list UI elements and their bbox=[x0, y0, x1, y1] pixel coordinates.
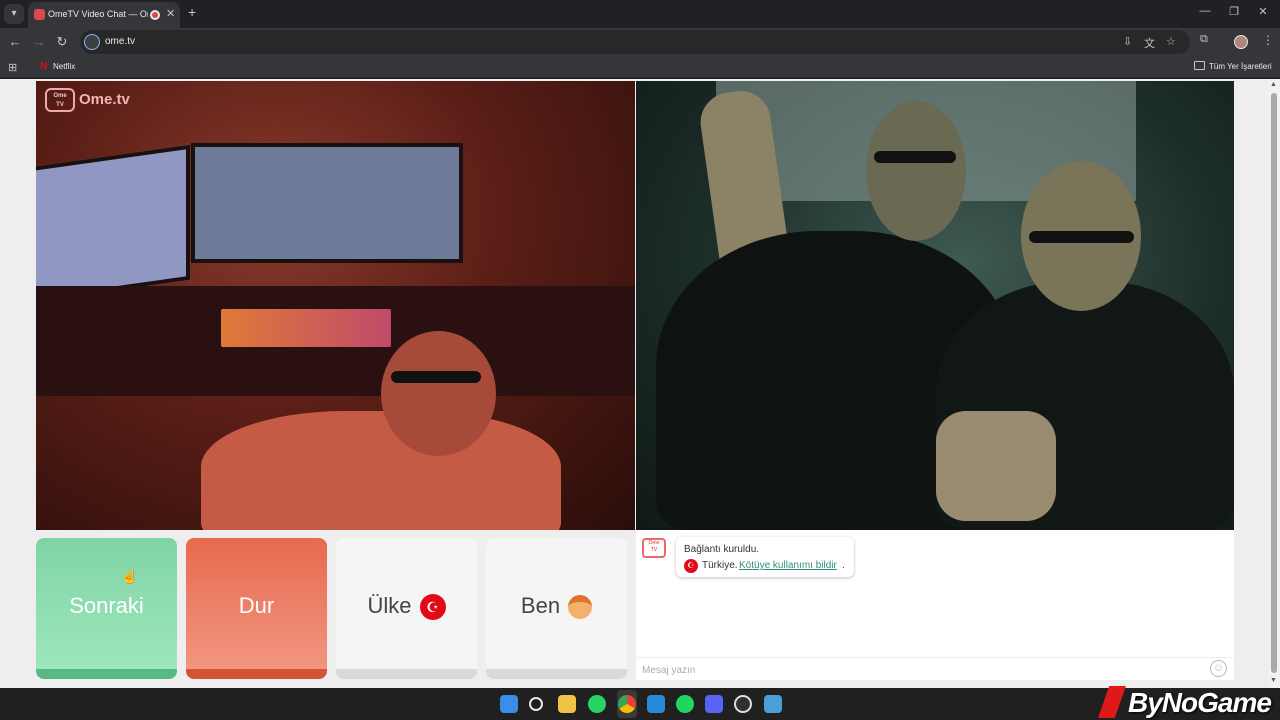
browser-tabstrip: ▾ OmeTV Video Chat — Ome ✕ + — ❐ ✕ bbox=[0, 0, 1280, 28]
tab-search-button[interactable]: ▾ bbox=[4, 4, 24, 24]
close-window-button[interactable]: ✕ bbox=[1253, 5, 1273, 18]
bookmarks-bar: ⊞ N Netflix Tüm Yer İşaretleri bbox=[0, 56, 1280, 78]
message-input[interactable] bbox=[642, 662, 1202, 678]
obs-icon[interactable] bbox=[734, 695, 752, 713]
windows-taskbar bbox=[0, 688, 1280, 720]
local-video bbox=[36, 81, 635, 530]
person1-sunglasses bbox=[874, 151, 956, 163]
stop-button[interactable]: Dur bbox=[186, 538, 327, 679]
me-settings-button[interactable]: Ben bbox=[486, 538, 627, 679]
partner-country-text: Türkiye. bbox=[702, 560, 738, 571]
mouse-cursor-icon: ☝ bbox=[121, 568, 139, 584]
system-message-text: Bağlantı kuruldu. bbox=[684, 544, 760, 555]
person-body bbox=[201, 411, 561, 530]
country-filter-button[interactable]: Ülke ☪ bbox=[336, 538, 477, 679]
next-button-label: Sonraki bbox=[69, 593, 144, 618]
center-monitor bbox=[191, 143, 463, 263]
profile-avatar[interactable] bbox=[1234, 35, 1248, 49]
spotify-icon[interactable] bbox=[676, 695, 694, 713]
me-button-label: Ben bbox=[520, 593, 561, 618]
search-icon[interactable] bbox=[529, 697, 543, 711]
new-tab-button[interactable]: + bbox=[188, 4, 196, 20]
turkey-flag-icon: ☪ bbox=[684, 559, 698, 573]
person1-head bbox=[866, 101, 966, 241]
tab-close-icon[interactable]: ✕ bbox=[166, 7, 175, 20]
next-button[interactable]: Sonraki bbox=[36, 538, 177, 679]
netflix-icon: N bbox=[40, 61, 48, 72]
recording-indicator-icon bbox=[150, 10, 160, 20]
ometv-chat-avatar-icon: Ome TV bbox=[642, 538, 666, 558]
keyboard bbox=[221, 309, 391, 347]
chrome-icon[interactable] bbox=[618, 695, 636, 713]
forward-button[interactable]: → bbox=[30, 33, 48, 51]
scroll-up-icon[interactable]: ▲ bbox=[1270, 81, 1277, 88]
app-icon[interactable] bbox=[764, 695, 782, 713]
discord-icon[interactable] bbox=[705, 695, 723, 713]
extensions-icon[interactable]: ⧉ bbox=[1200, 33, 1208, 46]
bookmark-star-icon[interactable]: ☆ bbox=[1166, 35, 1176, 48]
ometv-logo-icon: Ome TV bbox=[45, 88, 75, 112]
file-explorer-icon[interactable] bbox=[558, 695, 576, 713]
system-message-bubble: Bağlantı kuruldu. ☪ Türkiye. Kötüye kull… bbox=[676, 537, 854, 577]
address-bar[interactable]: ome.tv ⇩ 文 ☆ bbox=[80, 30, 1190, 54]
reload-button[interactable]: ↻ bbox=[53, 33, 71, 51]
tab-ometv[interactable]: OmeTV Video Chat — Ome ✕ bbox=[28, 2, 180, 28]
vscode-icon[interactable] bbox=[647, 695, 665, 713]
url-text: ome.tv bbox=[105, 36, 136, 47]
scroll-down-icon[interactable]: ▼ bbox=[1270, 677, 1277, 684]
chat-input-bar: ☺ bbox=[636, 657, 1234, 680]
report-abuse-link[interactable]: Kötüye kullanımı bildir bbox=[739, 560, 837, 571]
person-head bbox=[381, 331, 496, 456]
bynogame-logo-icon bbox=[1098, 686, 1126, 718]
whatsapp-icon[interactable] bbox=[588, 695, 606, 713]
turkey-flag-icon: ☪ bbox=[419, 594, 446, 621]
ometv-favicon-icon bbox=[34, 9, 45, 20]
windows-start-icon[interactable] bbox=[500, 695, 518, 713]
logo-text: Ome.tv bbox=[79, 91, 130, 108]
bookmark-netflix[interactable]: Netflix bbox=[53, 62, 75, 71]
left-monitor bbox=[36, 144, 190, 303]
ometv-logo[interactable]: Ome TV Ome.tv bbox=[45, 88, 145, 114]
bynogame-watermark: ByNoGame bbox=[1094, 684, 1280, 720]
folder-icon bbox=[1194, 61, 1205, 70]
stop-button-label: Dur bbox=[238, 593, 275, 618]
sunglasses bbox=[391, 371, 481, 383]
install-app-icon[interactable]: ⇩ bbox=[1123, 35, 1132, 48]
browser-toolbar: ← → ↻ ome.tv ⇩ 文 ☆ ⧉ ⋮ bbox=[0, 28, 1280, 56]
browser-menu-icon[interactable]: ⋮ bbox=[1262, 33, 1274, 47]
waving-hand bbox=[936, 411, 1056, 521]
back-button[interactable]: ← bbox=[6, 33, 24, 51]
tab-title: OmeTV Video Chat — Ome bbox=[48, 9, 148, 19]
site-info-icon[interactable] bbox=[84, 34, 100, 50]
apps-grid-icon[interactable]: ⊞ bbox=[8, 61, 17, 74]
person2-sunglasses bbox=[1029, 231, 1134, 243]
boy-emoji-icon bbox=[568, 595, 593, 620]
country-button-label: Ülke bbox=[367, 593, 412, 618]
restore-button[interactable]: ❐ bbox=[1224, 5, 1244, 18]
minimize-button[interactable]: — bbox=[1195, 5, 1215, 17]
watermark-text: ByNoGame bbox=[1128, 687, 1272, 718]
remote-video bbox=[636, 81, 1234, 530]
all-bookmarks-link[interactable]: Tüm Yer İşaretleri bbox=[1209, 62, 1272, 71]
report-suffix: . bbox=[842, 560, 845, 571]
page-scrollbar[interactable]: ▲ ▼ bbox=[1268, 79, 1280, 688]
translate-icon[interactable]: 文 bbox=[1144, 35, 1155, 51]
scroll-thumb[interactable] bbox=[1271, 93, 1277, 673]
smile-icon[interactable]: ☺ bbox=[1210, 660, 1227, 677]
